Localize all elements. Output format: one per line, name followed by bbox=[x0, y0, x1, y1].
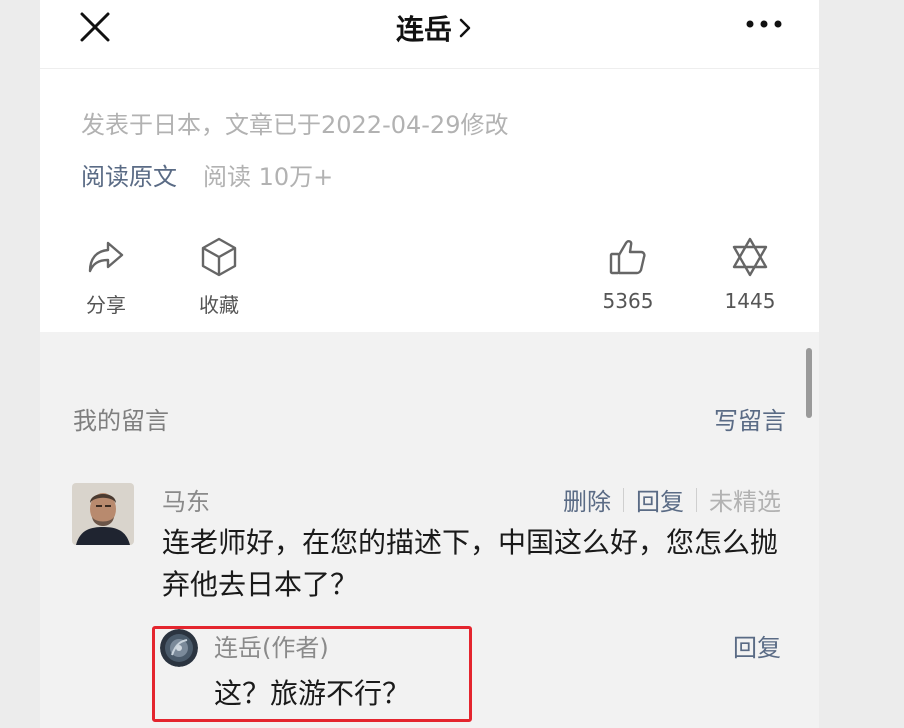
box-icon bbox=[201, 237, 237, 277]
phone-screen: 连岳 发表于日本，文章已于2022-04-29修改 阅读原文 阅读 10万+ 分… bbox=[40, 0, 819, 728]
commenter-name: 马东 bbox=[162, 488, 210, 516]
read-count: 阅读 10万+ bbox=[203, 163, 334, 191]
top-bar: 连岳 bbox=[40, 0, 819, 69]
author-reply-text: 这？旅游不行？ bbox=[214, 677, 411, 710]
wow-button[interactable]: 1445 bbox=[705, 235, 795, 313]
author-reply-button[interactable]: 回复 bbox=[733, 628, 781, 663]
like-button[interactable]: 5365 bbox=[583, 235, 673, 313]
share-button[interactable]: 分享 bbox=[61, 235, 151, 318]
write-comment-button[interactable]: 写留言 bbox=[714, 401, 786, 436]
featured-status: 未精选 bbox=[709, 488, 781, 516]
chevron-right-icon bbox=[459, 18, 471, 38]
read-original-link[interactable]: 阅读原文 bbox=[81, 157, 177, 192]
collect-button[interactable]: 收藏 bbox=[174, 235, 264, 318]
comment-text: 连老师好，在您的描述下，中国这么好，您怎么抛弃他去日本了？ bbox=[162, 526, 779, 601]
author-reply-name: 连岳(作者) bbox=[214, 634, 329, 662]
like-count: 5365 bbox=[602, 289, 654, 313]
wow-count: 1445 bbox=[724, 289, 776, 313]
thumbs-up-icon bbox=[609, 240, 646, 275]
avatar[interactable] bbox=[72, 483, 134, 545]
share-icon bbox=[88, 241, 124, 273]
author-avatar-image bbox=[160, 629, 198, 667]
star-of-david-icon bbox=[732, 237, 768, 277]
author-avatar[interactable] bbox=[160, 629, 198, 667]
account-title: 连岳 bbox=[396, 13, 453, 46]
delete-button[interactable]: 删除 bbox=[563, 482, 611, 517]
comments-section: 我的留言 写留言 马东 删除 回复 未精选 连老师好，在您的描述下，中国这么好，… bbox=[40, 332, 819, 728]
reply-button[interactable]: 回复 bbox=[636, 482, 684, 517]
account-title-link[interactable]: 连岳 bbox=[396, 8, 472, 48]
comment-actions: 删除 回复 未精选 bbox=[563, 482, 781, 517]
share-label: 分享 bbox=[86, 293, 126, 317]
article-footer: 发表于日本，文章已于2022-04-29修改 阅读原文 阅读 10万+ 分享 收… bbox=[40, 69, 819, 332]
scrollbar[interactable] bbox=[806, 348, 812, 418]
close-icon[interactable] bbox=[78, 10, 112, 44]
publish-info: 发表于日本，文章已于2022-04-29修改 bbox=[81, 111, 509, 139]
read-row: 阅读原文 阅读 10万+ bbox=[81, 157, 333, 192]
more-dots-icon[interactable] bbox=[744, 14, 784, 34]
commenter-avatar-image bbox=[72, 483, 134, 545]
my-comments-title: 我的留言 bbox=[73, 407, 169, 435]
collect-label: 收藏 bbox=[199, 293, 239, 317]
divider bbox=[623, 487, 624, 512]
divider bbox=[696, 487, 697, 512]
